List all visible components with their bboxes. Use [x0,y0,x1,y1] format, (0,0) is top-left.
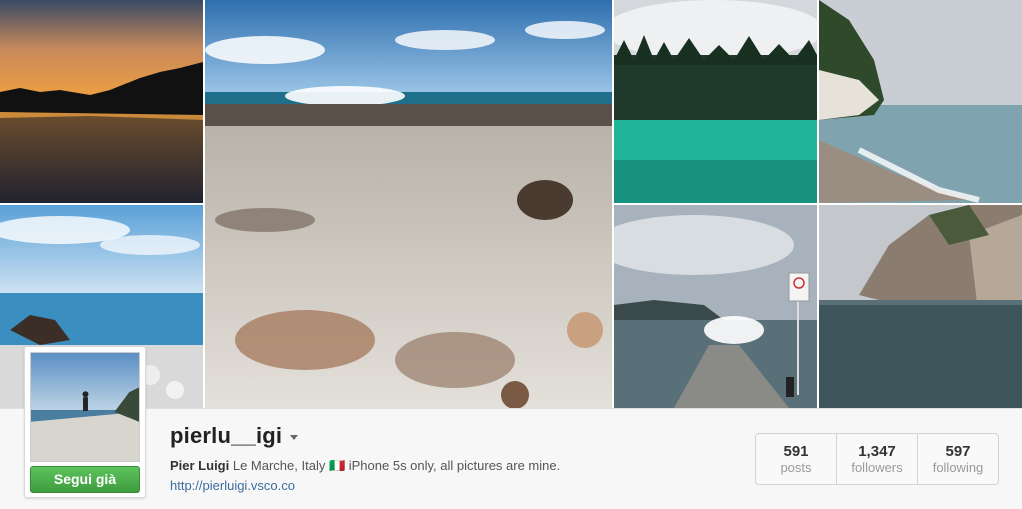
website-link[interactable]: http://pierluigi.vsco.co [170,478,295,493]
photo-forest-lake[interactable] [614,0,817,203]
caret-down-icon[interactable] [290,435,299,440]
photo-sunset-lake[interactable] [0,0,203,203]
stat-following[interactable]: 597 following [918,434,998,484]
posts-count: 591 [783,443,809,460]
stat-followers[interactable]: 1,347 followers [837,434,918,484]
full-name: Pier Luigi [170,458,230,473]
follow-button[interactable]: Segui già [30,466,140,493]
photo-pier-wave[interactable] [614,205,817,408]
profile-page: Segui già pierlu__igi Pier Luigi Le Marc… [0,0,1022,509]
bio: Pier Luigi Le Marche, Italy 🇮🇹 iPhone 5s… [170,458,560,474]
followers-count: 1,347 [858,443,896,460]
photo-cliff-bay[interactable] [819,205,1022,408]
bio-text: Le Marche, Italy 🇮🇹 iPhone 5s only, all … [229,458,561,473]
avatar[interactable] [30,352,140,462]
photo-beach-foam[interactable] [205,0,612,408]
photo-coastal-cliff[interactable] [819,0,1022,203]
following-count: 597 [945,443,971,460]
photo-mosaic [0,0,1022,408]
profile-stats: 591 posts 1,347 followers 597 following [755,433,999,485]
posts-label: posts [780,460,812,475]
avatar-card: Segui già [24,346,146,498]
followers-label: followers [851,460,903,475]
following-label: following [932,460,984,475]
stat-posts[interactable]: 591 posts [756,434,837,484]
username: pierlu__igi [170,423,283,448]
username-row[interactable]: pierlu__igi [170,423,299,449]
